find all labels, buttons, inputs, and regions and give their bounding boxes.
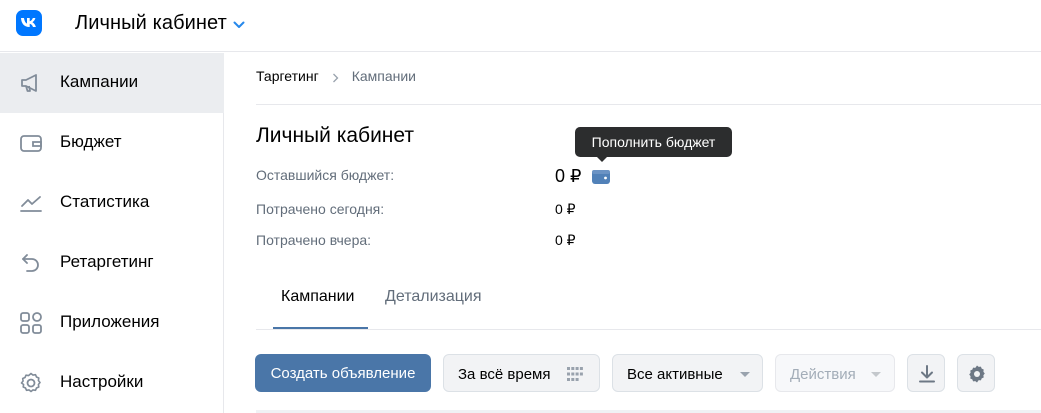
divider — [256, 329, 1041, 330]
active-tab-indicator — [273, 327, 368, 329]
download-icon — [918, 364, 936, 388]
status-filter-label: Все активные — [627, 366, 723, 383]
spent-today-label: Потрачено сегодня: — [256, 201, 385, 217]
period-select[interactable]: За всё время — [443, 354, 600, 392]
breadcrumb-item-targeting[interactable]: Таргетинг — [256, 68, 319, 84]
apps-icon — [18, 310, 44, 336]
status-filter-select[interactable]: Все активные — [612, 354, 763, 392]
sidebar-item-statistics[interactable]: Статистика — [0, 173, 224, 233]
settings-button[interactable] — [957, 354, 995, 392]
chart-icon — [18, 190, 44, 216]
wallet-icon — [592, 170, 610, 184]
sidebar-item-label: Ретаргетинг — [60, 252, 154, 271]
sidebar-item-retargeting[interactable]: Ретаргетинг — [0, 233, 224, 293]
tooltip-arrow — [596, 156, 608, 162]
sidebar-item-budget[interactable]: Бюджет — [0, 113, 224, 173]
sidebar-item-apps[interactable]: Приложения — [0, 293, 224, 353]
download-button[interactable] — [907, 354, 945, 392]
sidebar-item-label: Кампании — [60, 72, 139, 91]
megaphone-icon — [18, 70, 44, 96]
spent-today-value: 0 ₽ — [555, 201, 576, 217]
chevron-right-icon — [332, 70, 339, 86]
sidebar: Кампании Бюджет Статистика Ретаргетинг П… — [0, 53, 224, 413]
create-ad-button[interactable]: Создать объявление — [255, 354, 431, 392]
retarget-icon — [18, 250, 44, 276]
topup-tooltip: Пополнить бюджет — [575, 127, 732, 157]
sidebar-item-settings[interactable]: Настройки — [0, 353, 224, 413]
chevron-down-icon — [740, 372, 750, 377]
spent-yesterday-label: Потрачено вчера: — [256, 232, 372, 248]
breadcrumb-item-campaigns: Кампании — [351, 68, 416, 84]
gear-icon — [18, 370, 44, 396]
tab-campaigns[interactable]: Кампании — [281, 288, 355, 306]
sidebar-item-label: Настройки — [60, 372, 144, 391]
topup-budget-button[interactable] — [590, 167, 612, 187]
remaining-budget-value: 0 ₽ — [555, 166, 582, 186]
vk-logo-icon[interactable] — [16, 10, 42, 36]
remaining-budget-label: Оставшийся бюджет: — [256, 167, 395, 183]
period-label: За всё время — [458, 366, 551, 383]
divider — [256, 104, 1041, 105]
create-ad-label: Создать объявление — [270, 364, 416, 382]
sidebar-item-label: Статистика — [60, 192, 150, 211]
sidebar-item-campaigns[interactable]: Кампании — [0, 53, 224, 113]
calendar-grid-icon — [567, 367, 583, 385]
breadcrumb: Таргетинг Кампании — [256, 68, 416, 84]
sidebar-item-label: Приложения — [60, 312, 160, 331]
wallet-icon — [18, 130, 44, 156]
actions-select[interactable]: Действия — [775, 354, 895, 392]
sidebar-item-label: Бюджет — [60, 132, 122, 151]
chevron-down-icon — [871, 372, 881, 377]
app-title[interactable]: Личный кабинет — [75, 12, 227, 35]
spent-yesterday-value: 0 ₽ — [555, 232, 576, 248]
tab-details[interactable]: Детализация — [385, 288, 482, 306]
gear-icon — [967, 364, 987, 388]
actions-label: Действия — [790, 366, 856, 383]
page-title: Личный кабинет — [256, 124, 414, 147]
chevron-down-icon[interactable] — [233, 16, 245, 34]
top-header: Личный кабинет — [0, 0, 1041, 52]
